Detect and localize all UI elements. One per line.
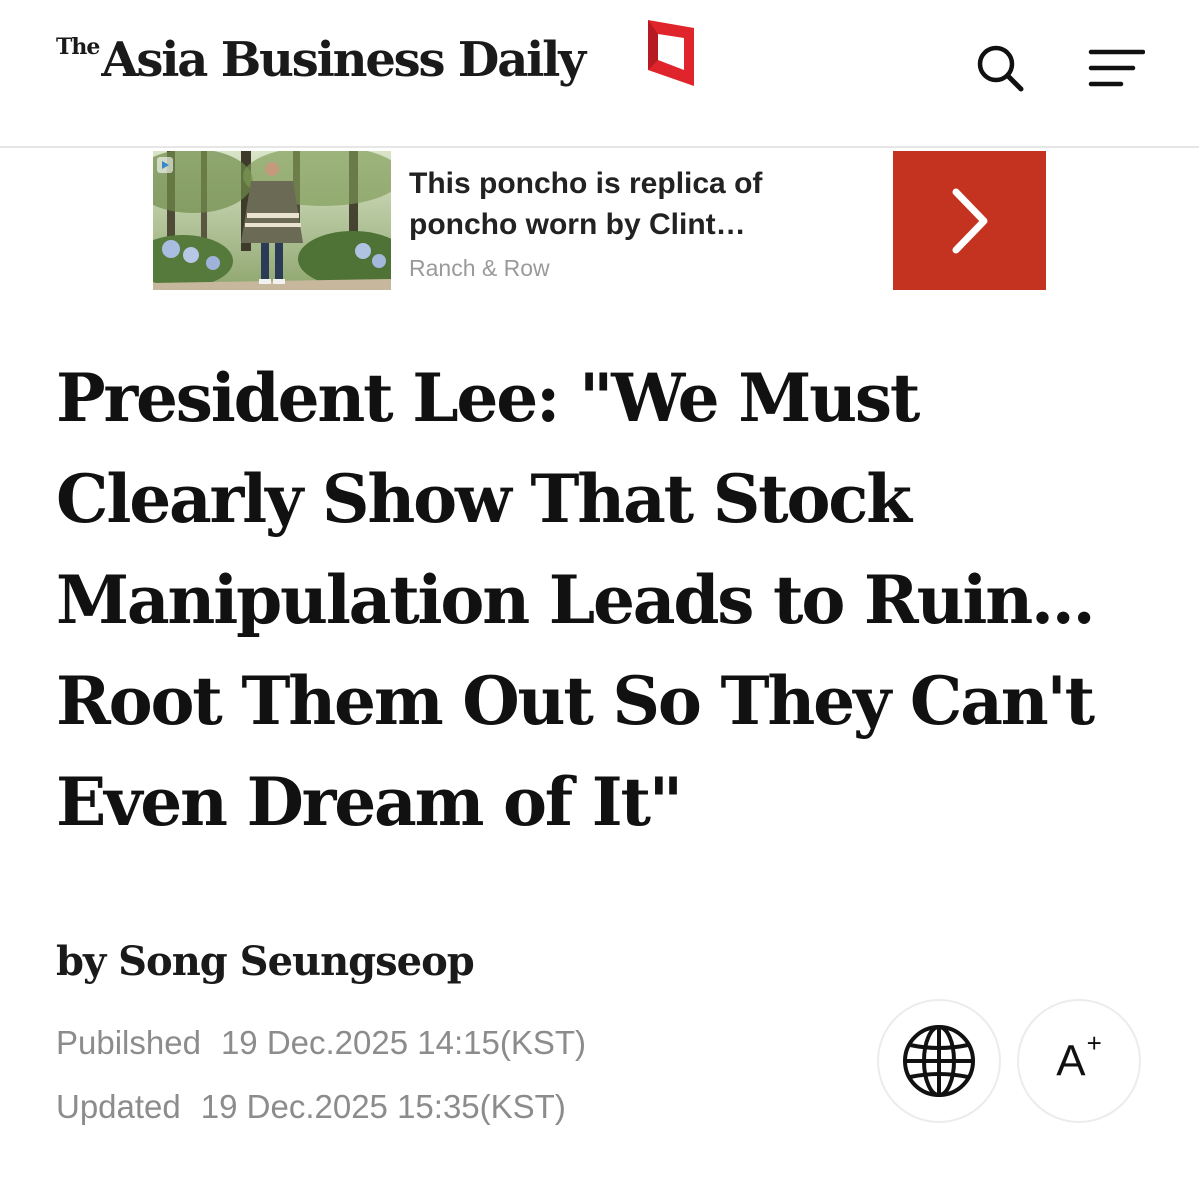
published-label: Pubilshed <box>56 1024 201 1061</box>
search-button[interactable] <box>968 36 1032 100</box>
site-header: The Asia Business Daily <box>0 0 1199 148</box>
ad-cta-button[interactable] <box>893 151 1046 290</box>
article-headline: President Lee: "We Must Clearly Show Tha… <box>56 359 1096 841</box>
logo-mark-icon <box>648 20 694 86</box>
font-size-letter: A <box>1056 1036 1086 1086</box>
menu-button[interactable] <box>1084 36 1148 100</box>
logo-the: The <box>56 34 100 60</box>
article-byline[interactable]: by Song Seungseop <box>56 938 475 985</box>
ad-banner[interactable]: This poncho is replica of poncho worn by… <box>153 151 1046 290</box>
logo-name: Asia Business Daily <box>101 32 586 88</box>
site-logo[interactable]: The Asia Business Daily <box>56 32 586 88</box>
ad-choices-icon[interactable] <box>157 157 173 173</box>
font-size-label: A+ <box>1056 1028 1102 1087</box>
font-size-plus: + <box>1086 1027 1102 1058</box>
globe-icon <box>903 1025 975 1097</box>
chevron-right-icon <box>952 188 987 253</box>
hamburger-menu-icon <box>1088 49 1145 87</box>
language-button[interactable] <box>877 999 1001 1123</box>
updated-row: Updated 19 Dec.2025 15:35(KST) <box>56 1088 566 1126</box>
ad-source: Ranch & Row <box>409 255 550 281</box>
updated-label: Updated <box>56 1088 181 1125</box>
font-size-button[interactable]: A+ <box>1017 999 1141 1123</box>
updated-date: 19 Dec.2025 15:35(KST) <box>200 1088 566 1125</box>
published-date: 19 Dec.2025 14:15(KST) <box>220 1024 586 1061</box>
published-row: Pubilshed 19 Dec.2025 14:15(KST) <box>56 1024 586 1062</box>
search-icon <box>977 45 1024 92</box>
ad-title[interactable]: This poncho is replica of poncho worn by… <box>409 163 849 245</box>
ad-image[interactable] <box>153 151 391 290</box>
